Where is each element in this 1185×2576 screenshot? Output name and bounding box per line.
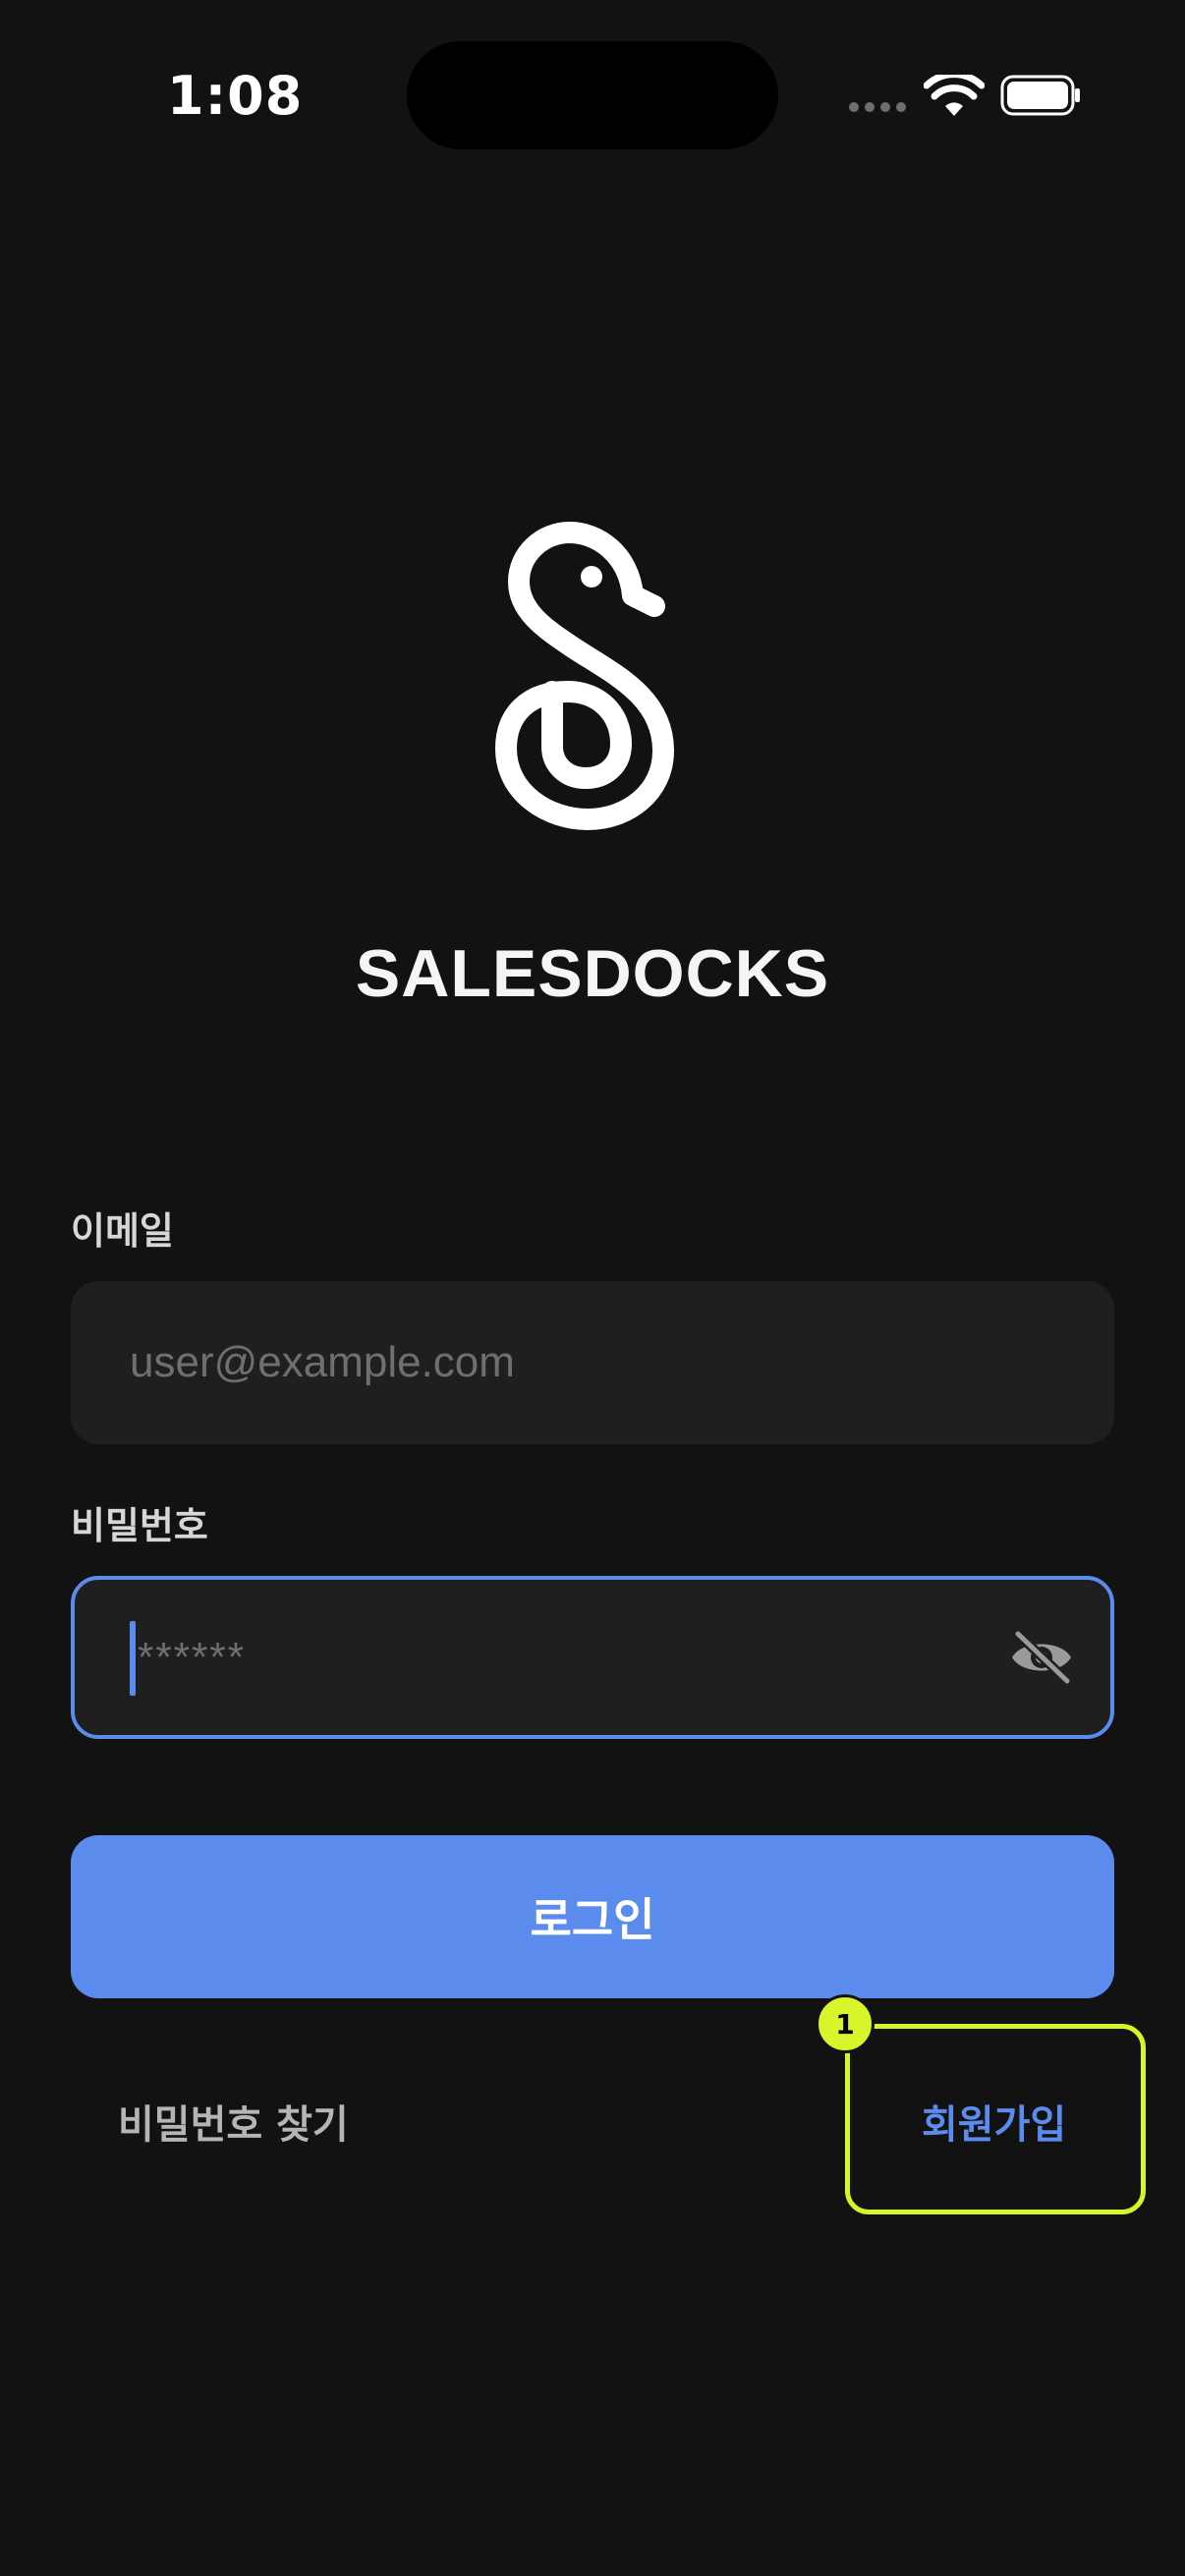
cellular-signal-icon bbox=[849, 102, 906, 112]
status-time: 1:08 bbox=[167, 65, 304, 127]
email-label: 이메일 bbox=[71, 1209, 174, 1253]
login-button[interactable]: 로그인 bbox=[71, 1835, 1114, 1998]
text-cursor bbox=[130, 1621, 136, 1696]
highlight-box bbox=[845, 2024, 1146, 2214]
find-password-link[interactable]: 비밀번호 찾기 bbox=[118, 2093, 349, 2150]
dynamic-island bbox=[407, 41, 778, 149]
email-field[interactable]: user@example.com bbox=[71, 1281, 1114, 1444]
wifi-icon bbox=[924, 75, 985, 116]
duck-s-logo-icon bbox=[495, 522, 674, 830]
battery-icon bbox=[1000, 75, 1080, 116]
highlight-badge: 1 bbox=[816, 1994, 875, 2053]
eye-off-icon[interactable] bbox=[1008, 1628, 1075, 1687]
password-field[interactable]: ****** bbox=[71, 1576, 1114, 1739]
app-title: SALESDOCKS bbox=[355, 936, 830, 1011]
password-label: 비밀번호 bbox=[71, 1504, 208, 1547]
password-placeholder: ****** bbox=[138, 1634, 247, 1680]
email-placeholder: user@example.com bbox=[130, 1338, 515, 1386]
